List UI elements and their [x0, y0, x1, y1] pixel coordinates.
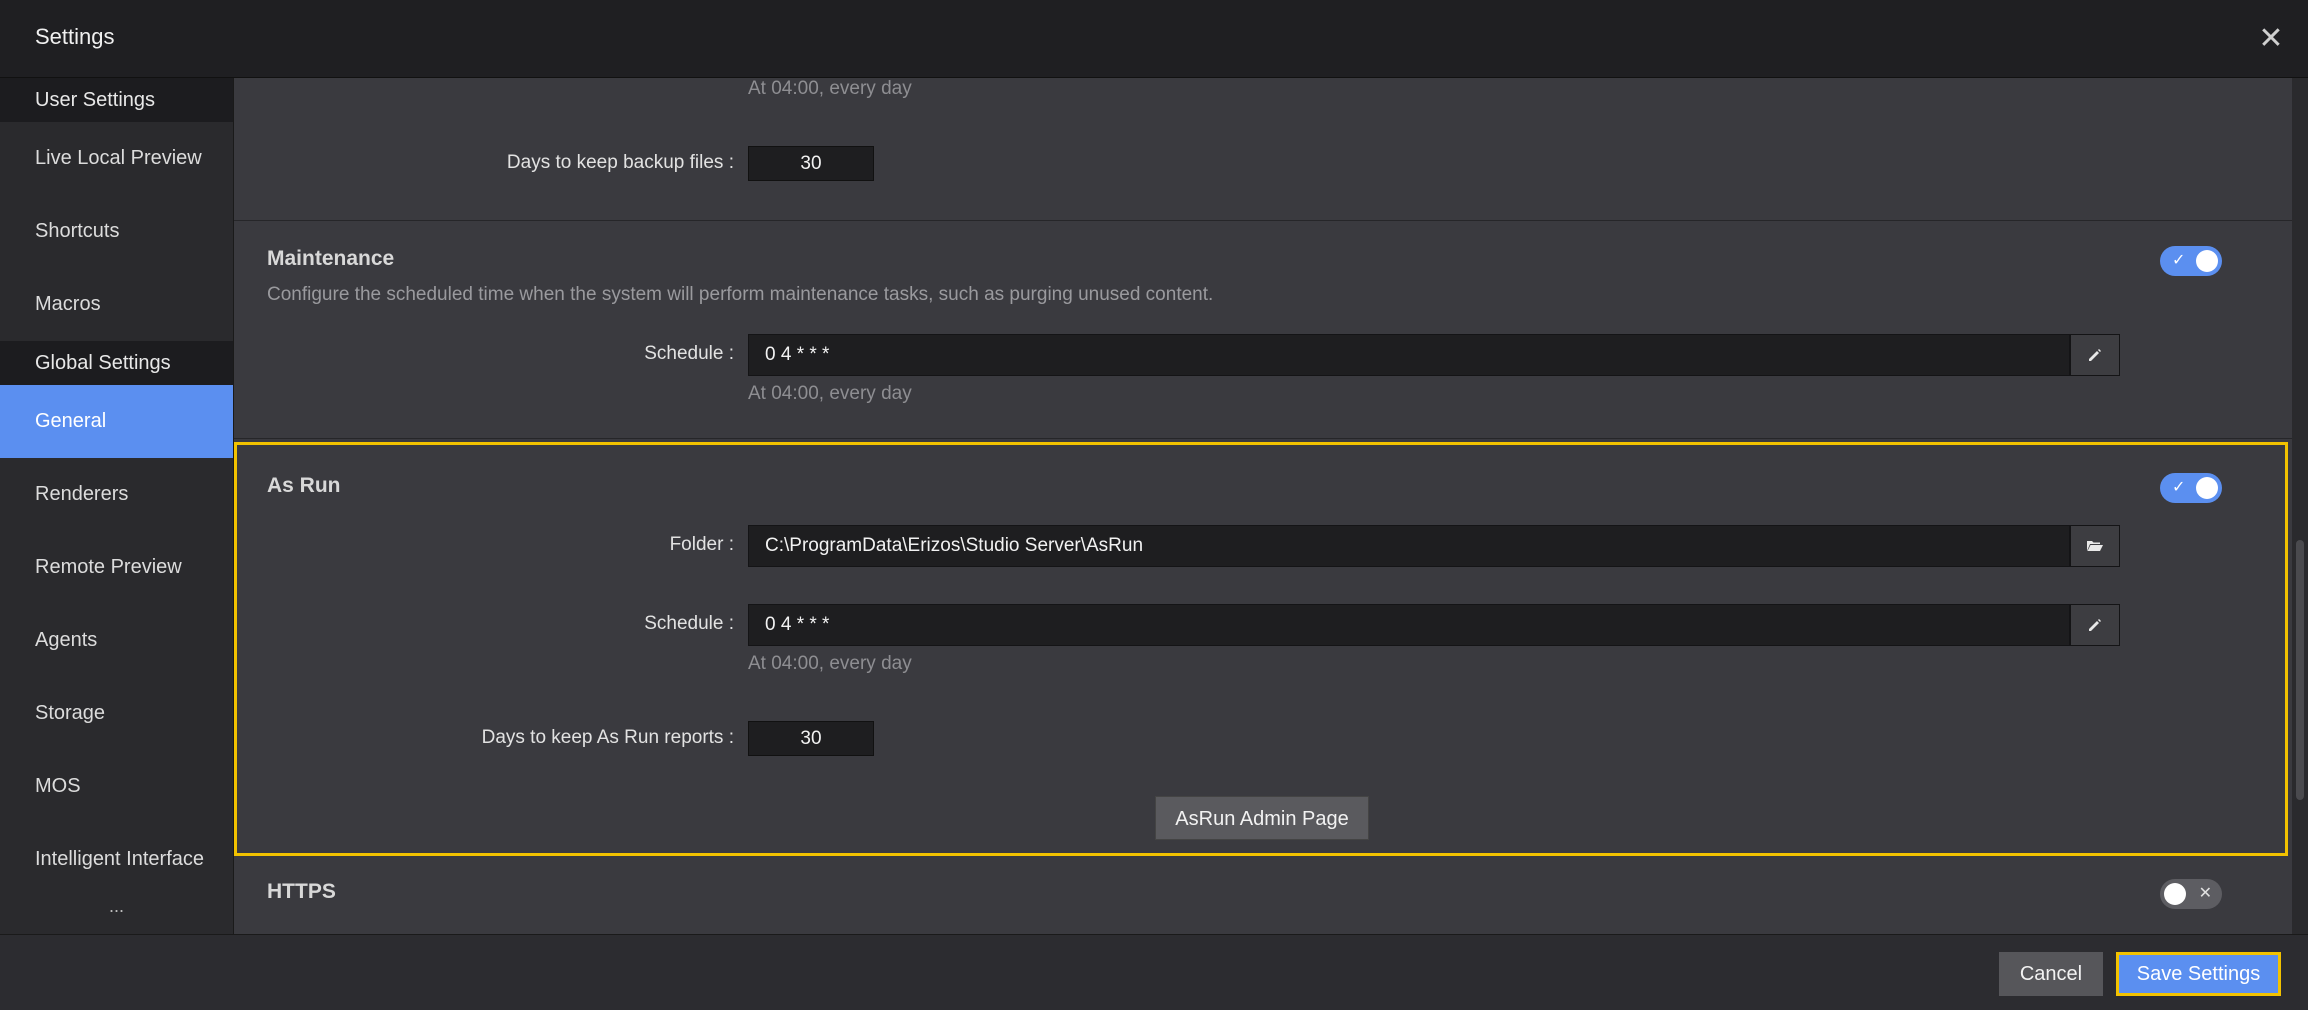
- maintenance-schedule-hint: At 04:00, every day: [748, 383, 912, 404]
- sidebar-item-agents[interactable]: Agents: [0, 604, 233, 677]
- sidebar-item-shortcuts[interactable]: Shortcuts: [0, 195, 233, 268]
- asrun-title: As Run: [267, 474, 341, 497]
- settings-dialog: Settings ✕ User Settings Live Local Prev…: [0, 0, 2308, 1010]
- maintenance-schedule-input[interactable]: 0 4 * * *: [748, 334, 2070, 376]
- sidebar-item-live-local-preview[interactable]: Live Local Preview: [0, 122, 233, 195]
- asrun-browse-folder-button[interactable]: [2070, 525, 2120, 567]
- asrun-days-label: Days to keep As Run reports :: [481, 727, 734, 748]
- maintenance-description: Configure the scheduled time when the sy…: [267, 284, 1214, 305]
- backup-days-label: Days to keep backup files :: [506, 152, 734, 173]
- asrun-days-input[interactable]: 30: [748, 721, 874, 756]
- sidebar-item-general[interactable]: General: [0, 385, 233, 458]
- maintenance-edit-schedule-button[interactable]: [2070, 334, 2120, 376]
- maintenance-schedule-label: Schedule :: [644, 343, 734, 364]
- save-settings-button[interactable]: Save Settings: [2116, 952, 2281, 996]
- sidebar: User Settings Live Local Preview Shortcu…: [0, 78, 234, 934]
- maintenance-toggle[interactable]: ✓: [2160, 246, 2222, 276]
- sidebar-item-renderers[interactable]: Renderers: [0, 458, 233, 531]
- sidebar-more-indicator[interactable]: ...: [0, 896, 233, 916]
- asrun-schedule-input[interactable]: 0 4 * * *: [748, 604, 2070, 646]
- toggle-knob: [2196, 250, 2218, 272]
- sidebar-item-intelligent-interface[interactable]: Intelligent Interface: [0, 823, 233, 896]
- section-divider: [234, 438, 2292, 439]
- scrollbar-track[interactable]: [2292, 78, 2308, 934]
- backup-days-input[interactable]: 30: [748, 146, 874, 181]
- focus-highlight-asrun: [234, 442, 2288, 856]
- cancel-button[interactable]: Cancel: [1999, 952, 2103, 996]
- sidebar-item-macros[interactable]: Macros: [0, 268, 233, 341]
- pencil-icon: [2089, 349, 2101, 361]
- https-toggle[interactable]: ✕: [2160, 879, 2222, 909]
- dialog-footer: Cancel Save Settings: [0, 934, 2308, 1010]
- x-icon: ✕: [2198, 885, 2212, 902]
- asrun-admin-page-button[interactable]: AsRun Admin Page: [1155, 796, 1369, 840]
- asrun-schedule-label: Schedule :: [644, 613, 734, 634]
- asrun-schedule-hint: At 04:00, every day: [748, 653, 912, 674]
- sidebar-item-remote-preview[interactable]: Remote Preview: [0, 531, 233, 604]
- sidebar-item-mos[interactable]: MOS: [0, 750, 233, 823]
- settings-content: At 04:00, every day Days to keep backup …: [234, 78, 2292, 934]
- asrun-folder-input[interactable]: C:\ProgramData\Erizos\Studio Server\AsRu…: [748, 525, 2070, 567]
- sidebar-header-global-settings: Global Settings: [0, 341, 233, 385]
- asrun-edit-schedule-button[interactable]: [2070, 604, 2120, 646]
- asrun-folder-label: Folder :: [669, 534, 734, 555]
- folder-open-icon: [2087, 541, 2103, 551]
- backup-schedule-hint: At 04:00, every day: [748, 78, 912, 99]
- https-title: HTTPS: [267, 880, 336, 903]
- toggle-knob: [2164, 883, 2186, 905]
- close-icon[interactable]: ✕: [2256, 24, 2286, 54]
- check-icon: ✓: [2172, 479, 2186, 496]
- check-icon: ✓: [2172, 252, 2186, 269]
- asrun-toggle[interactable]: ✓: [2160, 473, 2222, 503]
- sidebar-item-storage[interactable]: Storage: [0, 677, 233, 750]
- title-bar: Settings ✕: [0, 0, 2308, 78]
- scrollbar-thumb[interactable]: [2296, 540, 2304, 800]
- sidebar-header-user-settings: User Settings: [0, 78, 233, 122]
- pencil-icon: [2089, 619, 2101, 631]
- toggle-knob: [2196, 477, 2218, 499]
- section-divider: [234, 220, 2292, 221]
- dialog-title: Settings: [35, 24, 115, 49]
- maintenance-title: Maintenance: [267, 247, 395, 270]
